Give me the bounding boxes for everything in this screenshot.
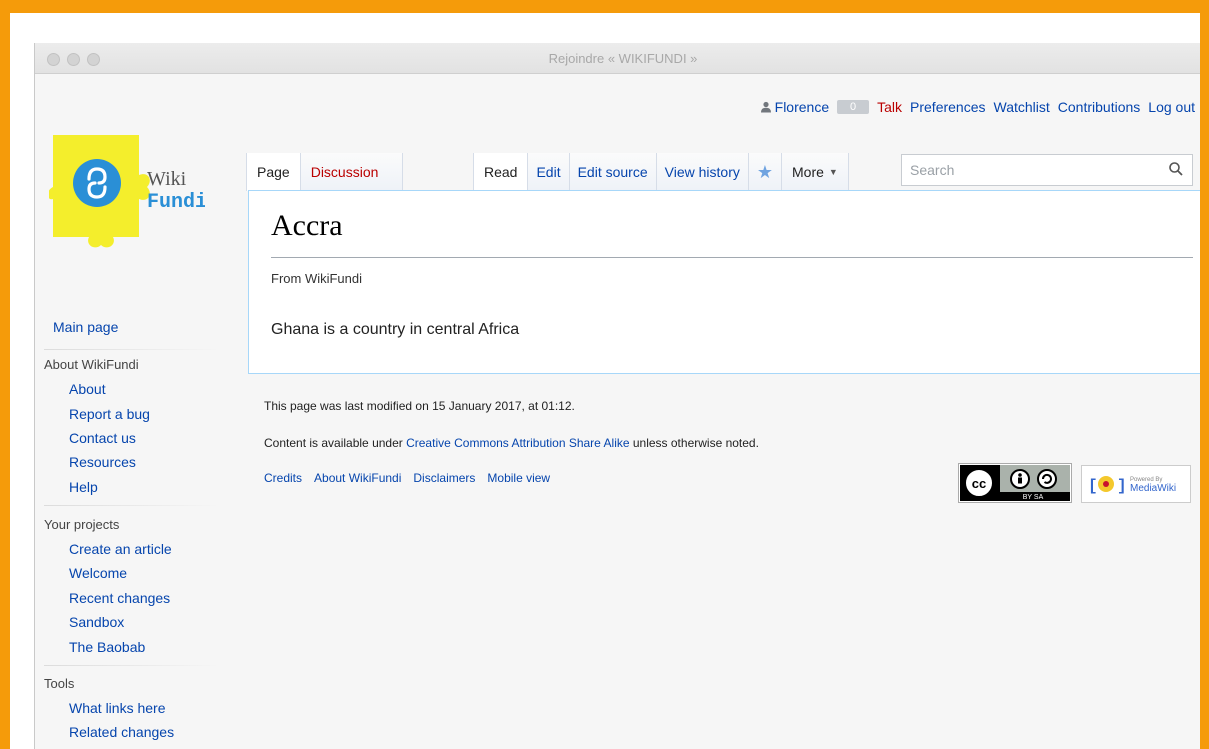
mediawiki-label: MediaWiki: [1130, 483, 1176, 494]
more-menu-label: More: [792, 164, 824, 180]
logout-link[interactable]: Log out: [1148, 99, 1195, 115]
title-divider: [271, 257, 1193, 258]
chevron-down-icon: ▼: [828, 167, 838, 177]
tab-discussion[interactable]: Discussion: [300, 153, 404, 191]
tab-discussion-label: Discussion: [310, 164, 379, 180]
tab-edit-source[interactable]: Edit source: [569, 153, 657, 191]
logo-line1: Wiki: [147, 168, 187, 190]
tab-read[interactable]: Read: [473, 153, 529, 191]
preferences-link[interactable]: Preferences: [910, 99, 985, 115]
notification-count: 0: [850, 101, 857, 113]
sidebar-item-about[interactable]: About: [69, 381, 106, 397]
watch-star-icon[interactable]: ★: [748, 153, 782, 191]
sidebar-item-contact[interactable]: Contact us: [69, 430, 136, 446]
search-input[interactable]: [902, 162, 1168, 178]
puzzle-logo-icon: Wiki Fundi: [47, 135, 207, 248]
sidebar-item-report-bug[interactable]: Report a bug: [69, 406, 150, 422]
sidebar-item-related-changes[interactable]: Related changes: [69, 724, 174, 740]
site-logo[interactable]: Wiki Fundi: [47, 135, 207, 255]
tab-edit[interactable]: Edit: [528, 153, 570, 191]
footer-license-prefix: Content is available under: [264, 436, 407, 450]
screenshot-frame: Rejoindre « WIKIFUNDI » Florence 0 Talk …: [0, 0, 1209, 749]
sidebar-item-help[interactable]: Help: [69, 479, 98, 495]
article-body: Ghana is a country in central Africa: [271, 321, 520, 338]
svg-text:[: [: [1088, 477, 1098, 495]
tab-page-label: Page: [257, 164, 290, 180]
contributions-link[interactable]: Contributions: [1058, 99, 1141, 115]
sidebar-heading-projects: Your projects: [44, 517, 120, 532]
search-icon[interactable]: [1168, 161, 1184, 177]
page-title: Accra: [271, 209, 343, 242]
cc-by-sa-icon: cc BY SA: [960, 465, 1070, 501]
title-bar: Rejoindre « WIKIFUNDI »: [35, 43, 1200, 74]
footer-credits-link[interactable]: Credits: [264, 471, 302, 485]
sidebar-heading-about: About WikiFundi: [44, 357, 139, 372]
window-title: Rejoindre « WIKIFUNDI »: [548, 51, 698, 66]
personal-tools: Florence 0 Talk Preferences Watchlist Co…: [760, 99, 1195, 115]
cc-label: BY SA: [1023, 494, 1044, 501]
sidebar-item-welcome[interactable]: Welcome: [69, 565, 127, 581]
user-link[interactable]: Florence: [760, 99, 829, 115]
svg-text:cc: cc: [972, 476, 986, 491]
sidebar-divider: [44, 349, 220, 350]
tab-view-history[interactable]: View history: [656, 153, 749, 191]
tab-view-history-label: View history: [664, 164, 740, 180]
notification-badge[interactable]: 0: [837, 100, 870, 114]
tab-read-label: Read: [484, 164, 518, 180]
mediawiki-badge[interactable]: [ ] Powered By MediaWiki: [1081, 465, 1191, 503]
site-subtitle: From WikiFundi: [271, 271, 363, 286]
footer-mobile-view-link[interactable]: Mobile view: [487, 471, 550, 485]
cc-license-badge[interactable]: cc BY SA: [958, 463, 1072, 503]
sidebar-divider: [44, 665, 220, 666]
sidebar-item-main-page[interactable]: Main page: [53, 319, 118, 335]
watchlist-link[interactable]: Watchlist: [994, 99, 1050, 115]
footer-license-suffix: unless otherwise noted.: [629, 436, 759, 450]
tab-page[interactable]: Page: [246, 153, 301, 191]
talk-link[interactable]: Talk: [877, 99, 902, 115]
svg-text:]: ]: [1117, 477, 1127, 495]
footer-about-link[interactable]: About WikiFundi: [314, 471, 401, 485]
article-content: Accra From WikiFundi Ghana is a country …: [248, 190, 1200, 374]
sidebar-item-what-links-here[interactable]: What links here: [69, 700, 165, 716]
tab-edit-label: Edit: [536, 164, 561, 180]
search-box: [901, 154, 1193, 186]
footer-last-modified: This page was last modified on 15 Januar…: [264, 399, 575, 413]
user-name: Florence: [774, 99, 830, 115]
view-tabs: Read Edit Edit source View history ★ Mor…: [473, 153, 849, 191]
sidebar-item-resources[interactable]: Resources: [69, 454, 136, 470]
footer-links: Credits About WikiFundi Disclaimers Mobi…: [264, 471, 550, 485]
sidebar-item-create-article[interactable]: Create an article: [69, 541, 172, 557]
footer-disclaimers-link[interactable]: Disclaimers: [413, 471, 475, 485]
namespace-tabs: Page Discussion: [246, 153, 404, 191]
logo-line2: Fundi: [147, 191, 205, 214]
sidebar-item-recent-changes[interactable]: Recent changes: [69, 590, 170, 606]
user-icon: [760, 101, 771, 113]
more-menu[interactable]: More ▼: [782, 153, 849, 191]
tab-edit-source-label: Edit source: [577, 164, 648, 180]
sidebar-item-baobab[interactable]: The Baobab: [69, 639, 145, 655]
sidebar-heading-tools: Tools: [44, 676, 75, 691]
sidebar-divider: [44, 505, 220, 506]
license-link[interactable]: Creative Commons Attribution Share Alike: [406, 436, 629, 450]
footer-license: Content is available under Creative Comm…: [264, 436, 759, 450]
mediawiki-logo-icon: [ ] Powered By MediaWiki: [1088, 476, 1176, 495]
sidebar-item-sandbox[interactable]: Sandbox: [69, 614, 124, 630]
browser-window: Rejoindre « WIKIFUNDI » Florence 0 Talk …: [34, 43, 1200, 749]
